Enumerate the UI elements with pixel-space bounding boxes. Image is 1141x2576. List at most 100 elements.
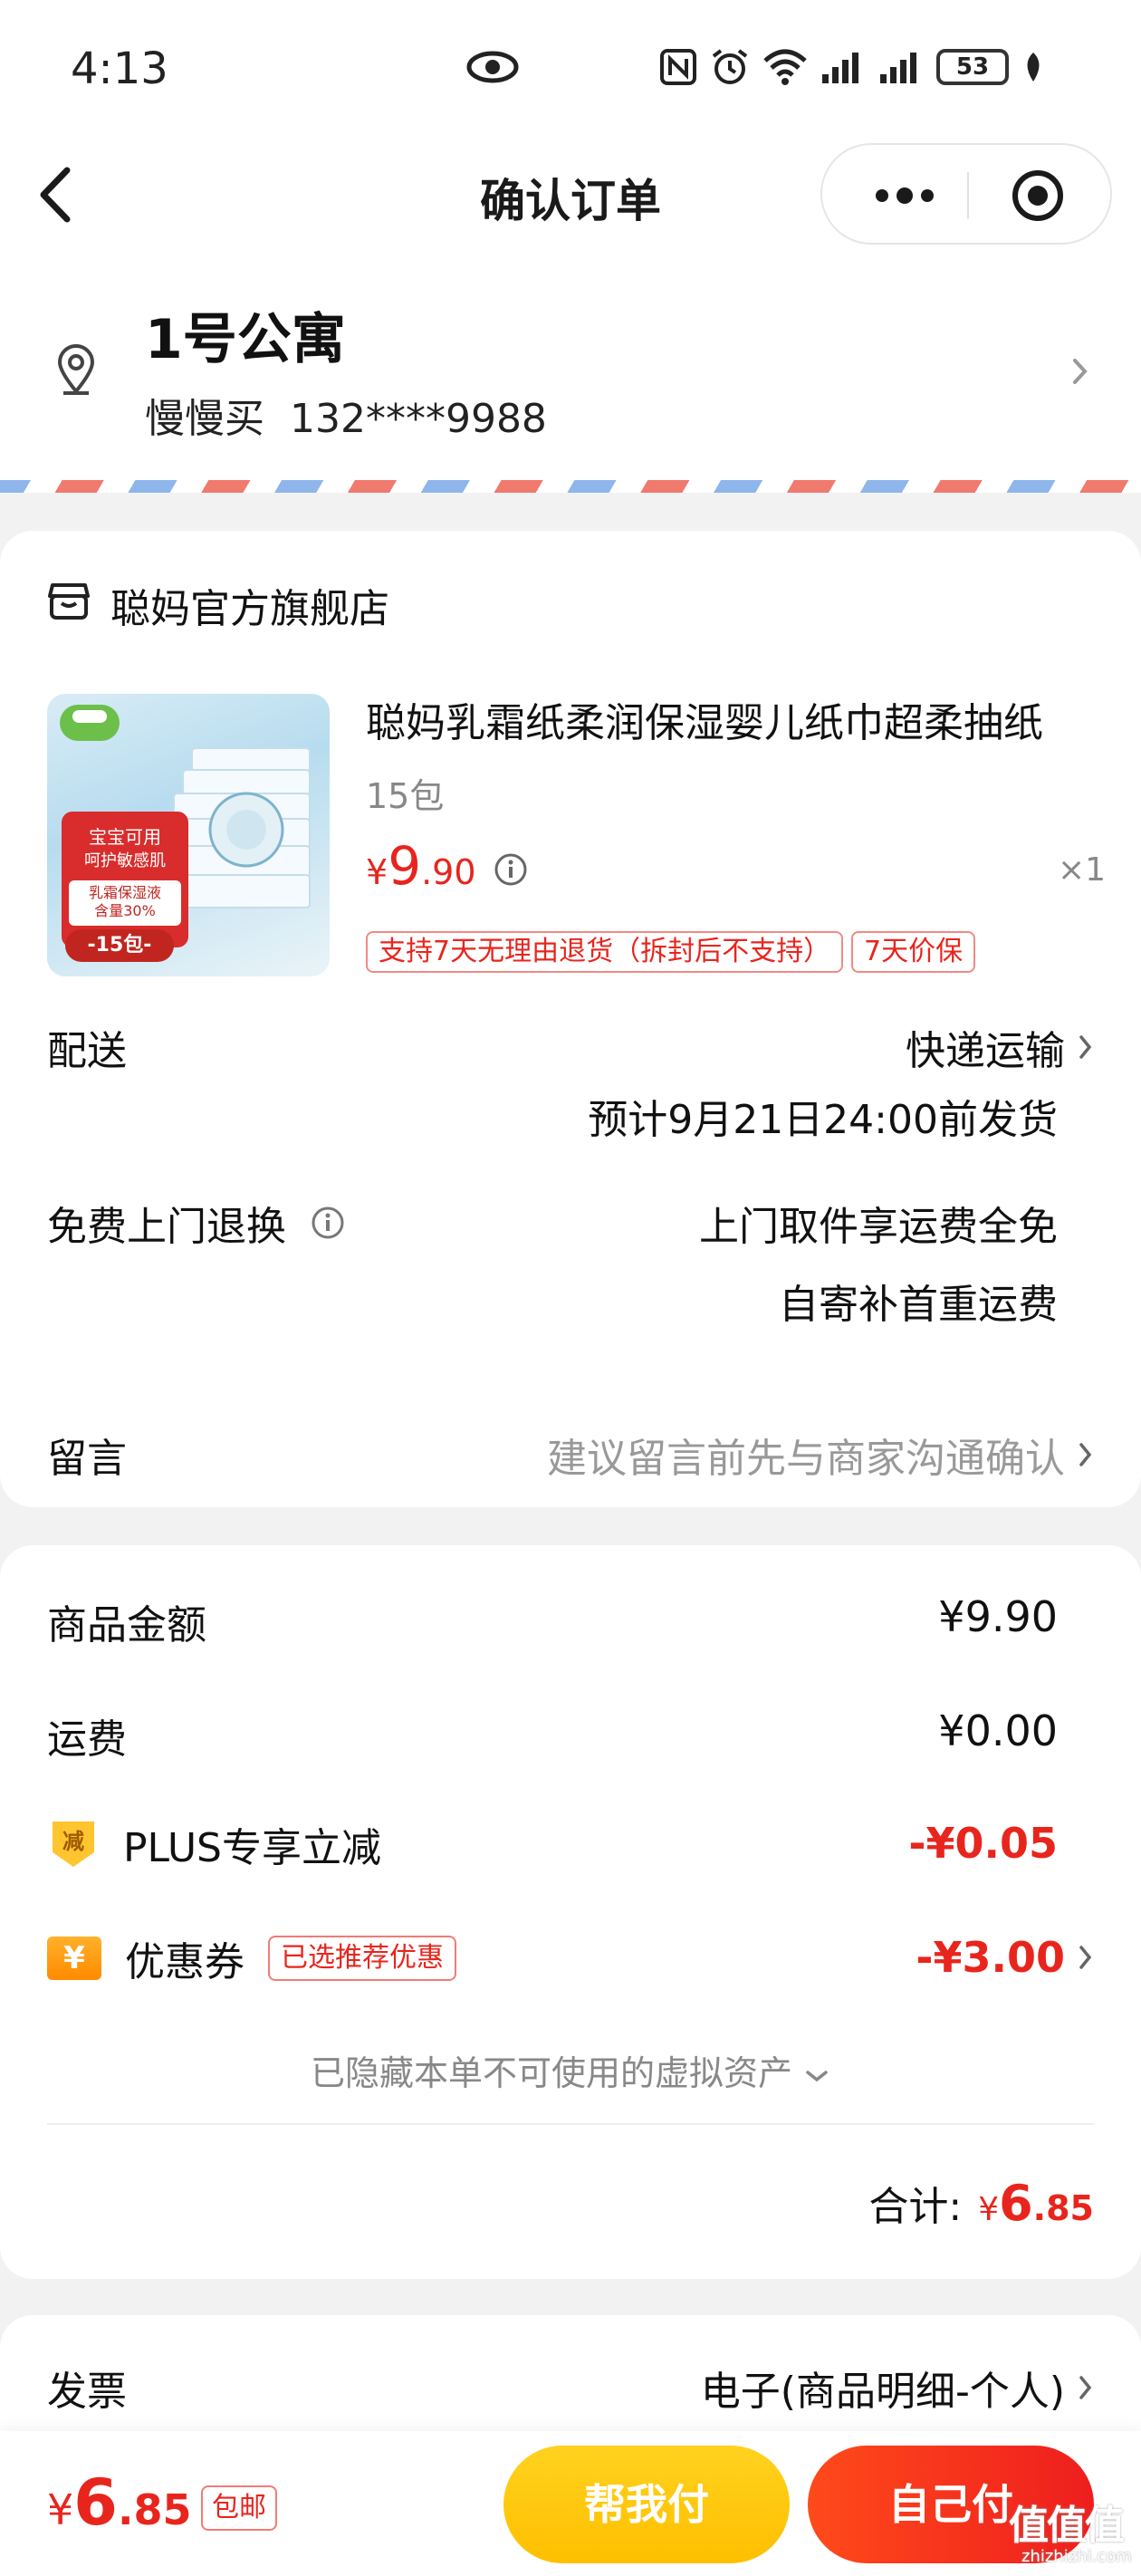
nav-header: 确认订单	[0, 136, 1141, 254]
chevron-right-icon	[1070, 355, 1090, 391]
store-name[interactable]: 聪妈官方旗舰店	[110, 576, 389, 634]
image-label-line3b: 含量30%	[94, 902, 156, 919]
checkout-price-decimal: .85	[118, 2485, 192, 2534]
svg-text:减: 减	[62, 1829, 84, 1854]
price-info-icon[interactable]	[493, 851, 529, 891]
product-price: ¥9.90	[366, 835, 476, 897]
message-input[interactable]: 建议留言前先与商家沟通确认	[547, 1426, 1094, 1484]
help-me-pay-button[interactable]: 帮我付	[503, 2446, 790, 2563]
return-policy-tag: 支持7天无理由退货（拆封后不支持）	[366, 931, 844, 973]
info-icon	[312, 1206, 344, 1239]
summary-divider	[47, 2123, 1094, 2125]
coupon-label: 优惠券	[125, 1939, 244, 1985]
close-miniprogram-button[interactable]	[1011, 168, 1065, 223]
price-summary-card: 商品金额 ¥9.90 运费 ¥0.00 减 PLUS专享立减 -¥0.05 ¥ …	[0, 1545, 1141, 2279]
image-label-line3: 乳霜保湿液 含量30%	[69, 880, 181, 926]
battery-icon: 53	[936, 49, 1009, 85]
status-time: 4:13	[71, 43, 168, 94]
checkout-price: ¥6.85	[47, 2465, 192, 2540]
address-section[interactable]: 1号公寓 慢慢买 132****9988	[0, 254, 1141, 480]
price-integer: 9	[388, 835, 422, 897]
delivery-eta: 预计9月21日24:00前发货	[588, 1097, 1058, 1143]
address-name: 1号公寓	[145, 308, 346, 371]
price-decimal: .90	[421, 852, 476, 892]
store-icon	[47, 582, 91, 625]
shipping-label: 运费	[47, 1716, 127, 1763]
plus-discount-badge-icon: 减	[53, 1821, 94, 1867]
total-row: 合计: ¥6.85	[868, 2174, 1094, 2232]
signal-icon	[822, 53, 858, 83]
product-spec: 15包	[366, 776, 445, 816]
wifi-icon	[763, 49, 807, 85]
signal-icon	[880, 53, 916, 83]
coupon-recommend-tag: 已选推荐优惠	[268, 1936, 456, 1981]
status-bar: 4:13 53	[0, 0, 1141, 136]
address-contact: 慢慢买 132****9988	[145, 396, 547, 442]
capsule-divider	[967, 172, 969, 219]
total-label: 合计:	[868, 2184, 963, 2230]
checkout-price-integer: 6	[73, 2465, 118, 2540]
delivery-label: 配送	[47, 1028, 127, 1074]
hidden-assets-text: 已隐藏本单不可使用的虚拟资产	[310, 2053, 792, 2093]
goods-amount-value: ¥9.90	[938, 1592, 1058, 1641]
free-shipping-tag: 包邮	[201, 2485, 277, 2531]
return-line2: 自寄补首重运费	[779, 1282, 1058, 1328]
more-dots-icon	[876, 187, 934, 204]
miniprogram-capsule	[820, 143, 1112, 245]
coupon-value-row[interactable]: -¥3.00	[916, 1933, 1094, 1982]
nfc-icon	[660, 49, 696, 85]
hidden-assets-toggle[interactable]: 已隐藏本单不可使用的虚拟资产	[0, 2045, 1141, 2095]
return-label-row: 免费上门退换	[47, 1194, 346, 1252]
leaf-icon	[1027, 53, 1040, 82]
eye-icon	[465, 49, 520, 89]
watermark: 值值值	[1009, 2503, 1125, 2549]
chevron-right-icon	[1079, 1035, 1092, 1059]
return-line1: 上门取件享运费全免	[699, 1204, 1058, 1250]
store-card: 聪妈官方旗舰店 宝宝可用 呵护敏感肌 乳霜保湿液 含量30% -15包- 聪妈乳…	[0, 531, 1141, 1507]
return-label: 免费上门退换	[47, 1204, 286, 1250]
total-decimal: .85	[1032, 2188, 1094, 2228]
image-label-line3a: 乳霜保湿液	[88, 884, 161, 901]
status-icons: 53	[659, 47, 1045, 87]
product-image[interactable]: 宝宝可用 呵护敏感肌 乳霜保湿液 含量30% -15包-	[47, 694, 330, 976]
watermark-url: zhizhizhi.com	[1021, 2547, 1132, 2566]
goods-amount-label: 商品金额	[47, 1602, 206, 1648]
plus-discount-label: PLUS专享立减	[123, 1825, 381, 1871]
chevron-right-icon	[1079, 2376, 1092, 2399]
product-title[interactable]: 聪妈乳霜纸柔润保湿婴儿纸巾超柔抽纸	[366, 690, 1108, 748]
delivery-method: 快递运输	[906, 1028, 1065, 1074]
coupon-value: -¥3.00	[916, 1933, 1065, 1982]
product-label-box: 宝宝可用 呵护敏感肌 乳霜保湿液 含量30%	[62, 812, 188, 947]
location-pin-icon	[56, 344, 96, 399]
price-protect-tag: 7天价保	[851, 931, 976, 973]
chevron-down-icon	[806, 2070, 828, 2081]
total-symbol: ¥	[978, 2191, 1000, 2228]
shipping-value: ¥0.00	[938, 1706, 1058, 1755]
image-label-line2: 呵护敏感肌	[84, 851, 166, 870]
checkout-bar: ¥6.85 包邮 帮我付 自己付	[0, 2431, 1141, 2576]
delivery-method-row[interactable]: 快递运输	[906, 1018, 1094, 1076]
address-stripe	[0, 480, 1141, 493]
chevron-right-icon	[1079, 1443, 1092, 1466]
checkout-price-symbol: ¥	[47, 2485, 74, 2534]
chevron-right-icon	[1079, 1946, 1092, 1969]
alarm-icon	[712, 49, 748, 84]
plus-discount-value: -¥0.05	[908, 1819, 1058, 1868]
total-price: ¥6.85	[978, 2175, 1094, 2232]
more-button[interactable]	[864, 168, 945, 223]
message-label: 留言	[47, 1436, 127, 1482]
price-symbol: ¥	[366, 852, 388, 892]
total-integer: 6	[999, 2175, 1033, 2232]
product-quantity: ×1	[1058, 851, 1107, 889]
brand-logo-mark	[72, 710, 107, 723]
invoice-value: 电子(商品明细-个人)	[700, 2369, 1065, 2415]
image-label-count: -15包-	[65, 929, 174, 962]
target-icon	[1012, 170, 1063, 221]
image-label-line1: 宝宝可用	[89, 826, 161, 848]
invoice-label: 发票	[47, 2369, 127, 2415]
coupon-row[interactable]: ¥ 优惠券 已选推荐优惠	[47, 1929, 456, 1987]
message-placeholder: 建议留言前先与商家沟通确认	[547, 1436, 1065, 1482]
plus-discount-row: 减 PLUS专享立减	[47, 1815, 381, 1873]
coupon-icon: ¥	[47, 1937, 101, 1980]
invoice-value-row[interactable]: 电子(商品明细-个人)	[701, 2359, 1094, 2417]
